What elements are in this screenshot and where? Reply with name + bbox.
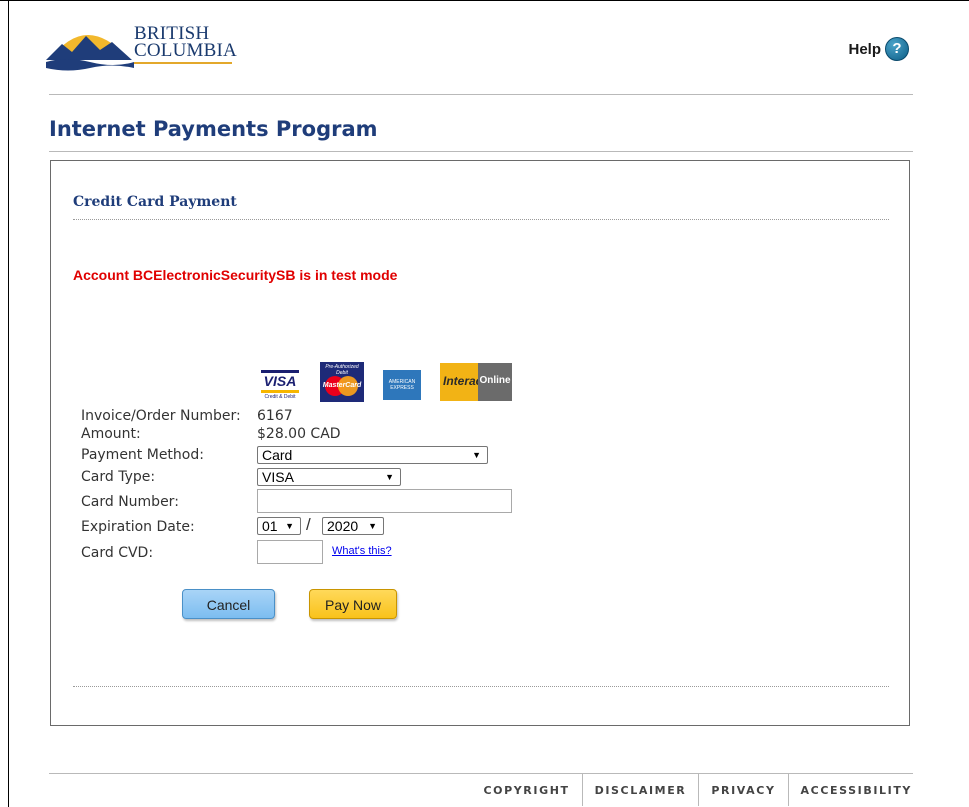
visa-logo-subtext: Credit & Debit — [264, 394, 296, 400]
whats-this-link[interactable]: What's this? — [332, 545, 392, 557]
card-number-label: Card Number: — [81, 494, 179, 510]
logo-underline — [134, 62, 232, 64]
card-type-label: Card Type: — [81, 469, 156, 485]
invoice-label: Invoice/Order Number: — [81, 408, 241, 424]
section-title: Credit Card Payment — [73, 194, 237, 210]
chevron-down-icon: ▼ — [472, 450, 481, 460]
window-left-border — [8, 0, 9, 807]
copyright-link[interactable]: COPYRIGHT — [471, 784, 581, 797]
payment-method-value: Card — [262, 447, 293, 463]
privacy-link[interactable]: PRIVACY — [699, 784, 787, 797]
logo-line-2: COLUMBIA — [134, 40, 237, 61]
interac-online-text: Online — [479, 375, 511, 386]
help-label: Help — [848, 40, 881, 58]
payment-method-label: Payment Method: — [81, 447, 204, 463]
amount-value: $28.00 CAD — [257, 426, 341, 442]
visa-logo-text: VISA — [263, 373, 297, 389]
amount-label: Amount: — [81, 426, 141, 442]
payment-method-select[interactable]: Card ▼ — [257, 446, 488, 464]
expiration-month-select[interactable]: 01 ▼ — [257, 517, 301, 535]
chevron-down-icon: ▼ — [368, 521, 377, 531]
amex-logo-text: AMERICAN EXPRESS — [388, 379, 416, 391]
help-icon: ? — [885, 37, 909, 61]
expiration-year-value: 2020 — [327, 518, 359, 534]
disclaimer-link[interactable]: DISCLAIMER — [583, 784, 699, 797]
section-divider — [73, 219, 889, 220]
cvd-label: Card CVD: — [81, 545, 154, 561]
title-divider — [49, 151, 913, 152]
amex-logo-icon: AMERICAN EXPRESS — [383, 370, 421, 400]
expiration-month-value: 01 — [262, 518, 278, 534]
invoice-value: 6167 — [257, 408, 293, 424]
mastercard-top-text: Pre-Authorized Debit — [325, 364, 359, 376]
bc-logo-icon — [46, 35, 134, 71]
page-title: Internet Payments Program — [49, 117, 378, 141]
footer-links: COPYRIGHT DISCLAIMER PRIVACY ACCESSIBILI… — [471, 774, 912, 806]
interac-online-logo-icon: Interac Online — [440, 363, 512, 401]
cvd-input[interactable] — [257, 540, 323, 564]
header-divider — [49, 94, 913, 95]
window-top-border — [0, 0, 969, 1]
card-number-input[interactable] — [257, 489, 512, 513]
accessibility-link[interactable]: ACCESSIBILITY — [789, 784, 912, 797]
chevron-down-icon: ▼ — [285, 521, 294, 531]
visa-logo-icon: VISA Credit & Debit — [257, 362, 303, 404]
help-link[interactable]: Help ? — [848, 37, 909, 61]
bc-logo[interactable]: BRITISH COLUMBIA — [46, 16, 246, 72]
card-type-select[interactable]: VISA ▼ — [257, 468, 401, 486]
cancel-button[interactable]: Cancel — [182, 589, 275, 619]
expiration-label: Expiration Date: — [81, 519, 195, 535]
expiration-separator: / — [306, 515, 311, 534]
interac-logo-text: Interac — [443, 374, 483, 388]
logo-wordmark: BRITISH COLUMBIA — [134, 24, 237, 61]
chevron-down-icon: ▼ — [385, 472, 394, 482]
pay-now-button[interactable]: Pay Now — [309, 589, 397, 619]
mastercard-logo-text: MasterCard — [322, 382, 362, 389]
form-bottom-divider — [73, 686, 889, 687]
test-mode-warning: Account BCElectronicSecuritySB is in tes… — [73, 267, 398, 283]
payment-panel — [50, 160, 910, 726]
expiration-year-select[interactable]: 2020 ▼ — [322, 517, 384, 535]
card-type-value: VISA — [262, 469, 294, 485]
mastercard-logo-icon: Pre-Authorized Debit MasterCard — [320, 362, 364, 402]
